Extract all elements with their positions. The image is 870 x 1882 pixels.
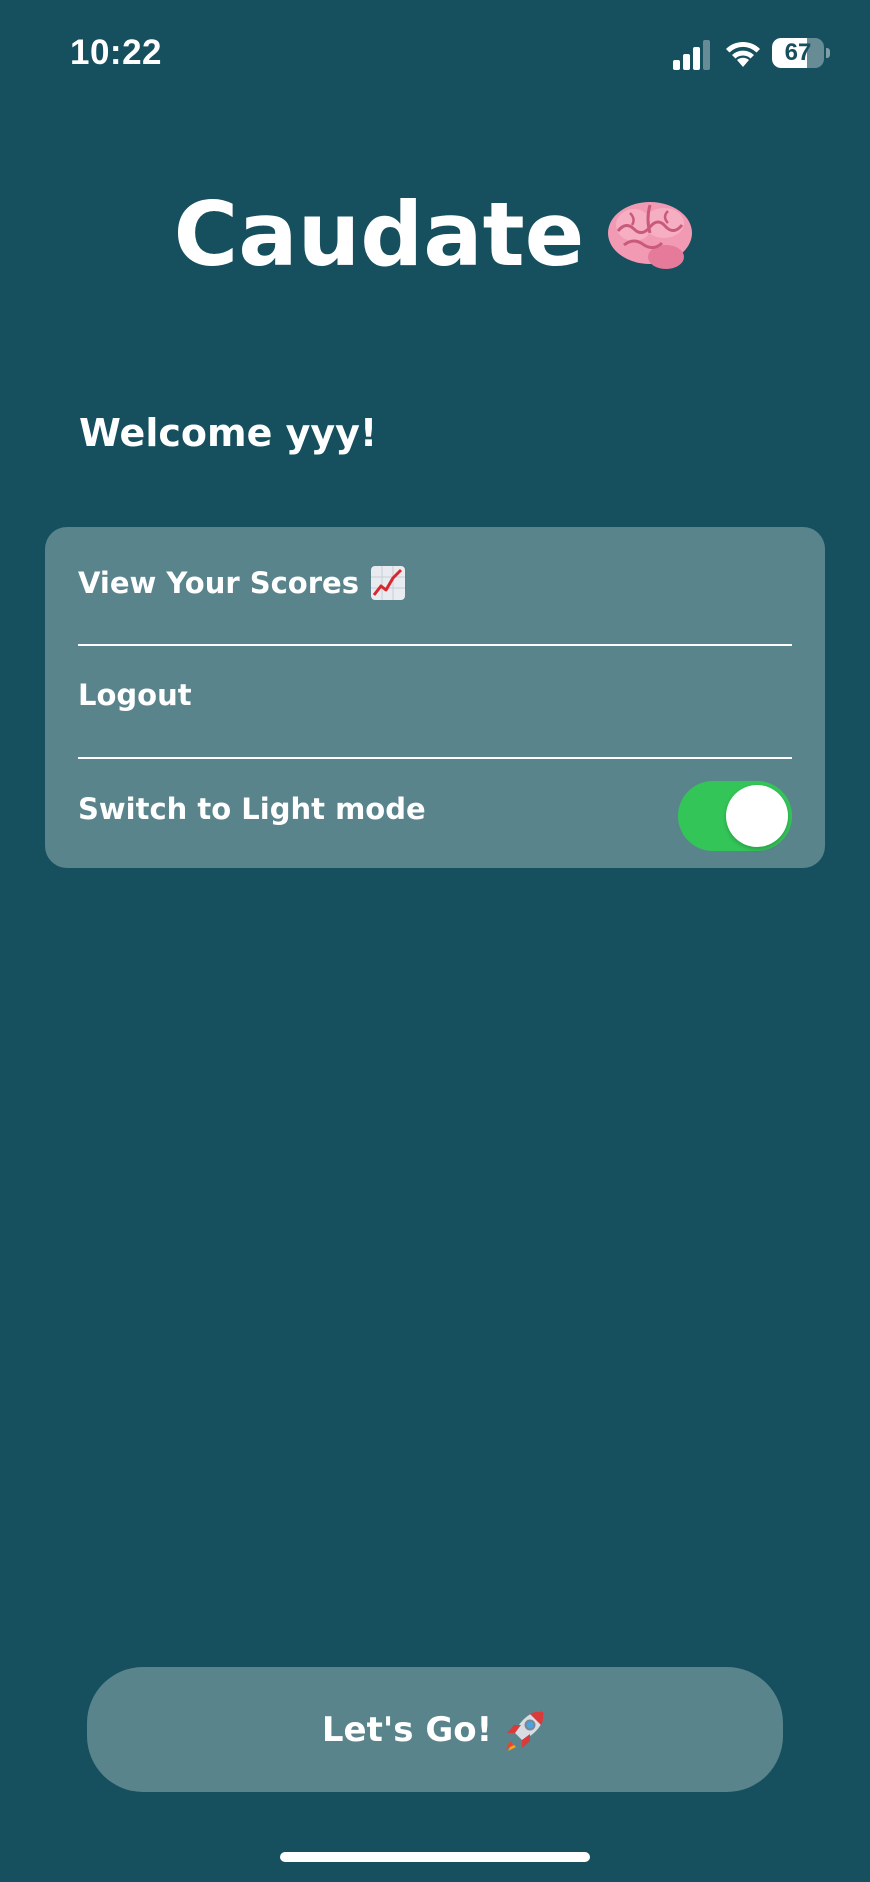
logout-label: Logout: [78, 678, 192, 712]
chart-increasing-icon: [370, 566, 405, 600]
cellular-signal-icon: [673, 40, 710, 70]
wifi-icon: [726, 41, 760, 67]
status-bar: 10:22 67: [0, 0, 870, 110]
battery-cap: [826, 48, 830, 58]
lets-go-button[interactable]: Let's Go!: [87, 1667, 783, 1792]
app-title: Caudate: [0, 180, 870, 290]
rocket-icon: [506, 1710, 545, 1751]
view-scores-label: View Your Scores: [78, 566, 359, 600]
theme-switch-label: Switch to Light mode: [78, 792, 426, 826]
battery-indicator: 67: [772, 38, 830, 68]
battery-body: 67: [772, 38, 824, 68]
brain-icon: [608, 202, 693, 270]
settings-card: View Your Scores Logout Switch to Light …: [45, 527, 825, 868]
view-scores-item[interactable]: View Your Scores: [78, 527, 792, 639]
battery-level: 67: [784, 39, 812, 66]
toggle-knob: [726, 785, 788, 847]
welcome-message: Welcome yyy!: [79, 411, 378, 455]
light-mode-toggle[interactable]: [678, 781, 792, 851]
theme-switch-item: Switch to Light mode: [78, 753, 792, 865]
lets-go-label: Let's Go!: [321, 1709, 493, 1750]
logout-item[interactable]: Logout: [78, 639, 792, 751]
app-title-text: Caudate: [173, 183, 585, 286]
home-indicator: [280, 1852, 590, 1862]
status-time: 10:22: [70, 33, 163, 72]
